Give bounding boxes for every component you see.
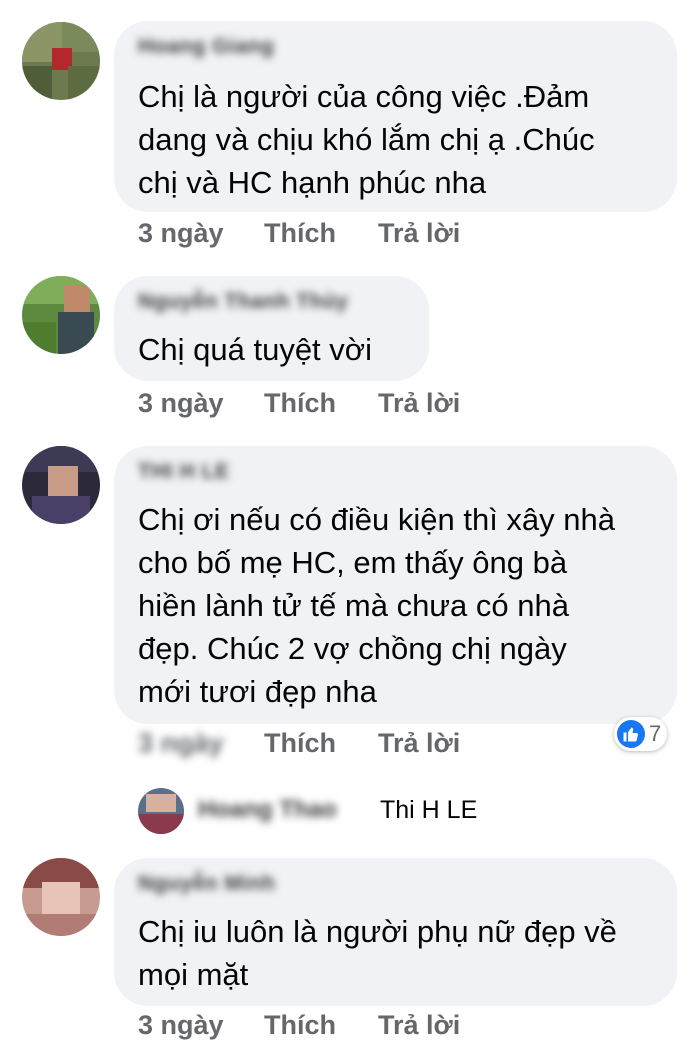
comment-time[interactable]: 3 ngày [138,1010,224,1041]
avatar[interactable] [22,276,100,354]
comment-author[interactable]: Hoang Giang [138,35,274,61]
comment-author[interactable]: THI H LE [138,460,230,486]
reply-button[interactable]: Trả lời [378,1010,460,1041]
reply-button[interactable]: Trả lời [378,388,460,419]
comment-bubble: Hoang Giang Chị là người của công việc .… [114,21,677,212]
comment-bubble: THI H LE Chị ơi nếu có điều kiện thì xây… [114,446,677,724]
like-button[interactable]: Thích [264,728,336,759]
comment-text: Chị là người của công việc .Đảm dang và … [138,79,595,200]
like-icon [617,720,645,748]
comment-author[interactable]: Nguyễn Thanh Thủy [138,290,348,316]
reply-button[interactable]: Trả lời [378,728,460,759]
reply-author: Hoang Thao [198,796,337,823]
reply-button[interactable]: Trả lời [378,218,460,249]
comment-text: Chị ơi nếu có điều kiện thì xây nhà cho … [138,502,616,709]
avatar[interactable] [22,22,100,100]
comment-author[interactable]: Nguyễn Minh [138,872,275,898]
reply-mention: Thi H LE [380,796,478,824]
avatar[interactable] [22,446,100,524]
comment-time[interactable]: 3 ngày [138,388,224,419]
comment-text: Chị quá tuyệt vời [138,332,372,367]
comment-bubble: Nguyễn Thanh Thủy Chị quá tuyệt vời [114,276,429,381]
comment-bubble: Nguyễn Minh Chị iu luôn là người phụ nữ … [114,858,677,1006]
reaction-count: 7 [649,721,662,746]
comment-time[interactable]: 3 ngày [138,728,224,759]
like-button[interactable]: Thích [264,388,336,419]
reply-avatar [138,788,184,834]
like-button[interactable]: Thích [264,1010,336,1041]
avatar[interactable] [22,858,100,936]
reaction-summary[interactable]: 7 [614,717,668,751]
like-button[interactable]: Thích [264,218,336,249]
comment-text: Chị iu luôn là người phụ nữ đẹp về mọi m… [138,914,617,992]
comment-time[interactable]: 3 ngày [138,218,224,249]
